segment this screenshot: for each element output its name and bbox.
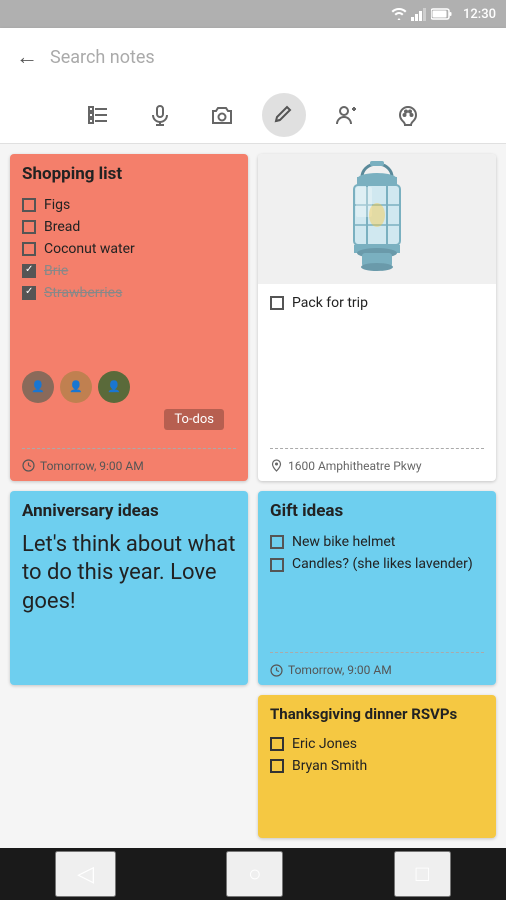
- status-bar: 12:30: [0, 0, 506, 28]
- check-label: Bread: [44, 219, 80, 235]
- check-label-done: Brie: [44, 263, 68, 279]
- status-time: 12:30: [463, 7, 496, 22]
- note-anniversary-title: Anniversary ideas: [10, 491, 248, 527]
- nav-recent-button[interactable]: □: [394, 851, 451, 897]
- note-avatars: 👤 👤 👤: [10, 365, 248, 409]
- check-item: Coconut water: [22, 238, 236, 260]
- check-item: Eric Jones: [270, 733, 484, 755]
- checkbox-checked: [22, 264, 36, 278]
- note-image: [258, 154, 496, 284]
- note-shopping-body: Figs Bread Coconut water Brie Strawberri…: [10, 190, 248, 365]
- note-reminder: Tomorrow, 9:00 AM: [10, 455, 248, 481]
- check-label: Coconut water: [44, 241, 135, 257]
- check-item: Candles? (she likes lavender): [270, 553, 484, 575]
- search-input[interactable]: Search notes: [50, 47, 490, 68]
- checkbox-checked: [22, 286, 36, 300]
- reminder-text: Tomorrow, 9:00 AM: [40, 459, 144, 473]
- avatar: 👤: [22, 371, 54, 403]
- check-label: Figs: [44, 197, 70, 213]
- location-icon: [270, 459, 283, 472]
- toolbar: [0, 86, 506, 144]
- note-thanksgiving-body: Eric Jones Bryan Smith: [258, 729, 496, 838]
- check-label: New bike helmet: [292, 534, 395, 550]
- lantern-image: [332, 159, 422, 279]
- checkbox: [270, 296, 284, 310]
- checkbox: [270, 759, 284, 773]
- note-anniversary[interactable]: Anniversary ideas Let's think about what…: [10, 491, 248, 686]
- note-trip-body: Pack for trip: [258, 284, 496, 442]
- draw-button[interactable]: [262, 93, 306, 137]
- wifi-icon: [391, 7, 407, 21]
- check-item: Strawberries: [22, 282, 236, 304]
- check-label: Pack for trip: [292, 295, 368, 311]
- top-bar: ← Search notes: [0, 28, 506, 86]
- palette-button[interactable]: [386, 93, 430, 137]
- checkbox: [22, 220, 36, 234]
- mic-button[interactable]: [138, 93, 182, 137]
- checkbox: [270, 737, 284, 751]
- note-divider: [270, 448, 484, 449]
- check-item: Figs: [22, 194, 236, 216]
- note-divider: [270, 652, 484, 653]
- note-gift-body: New bike helmet Candles? (she likes lave…: [258, 527, 496, 647]
- add-person-button[interactable]: [324, 93, 368, 137]
- clock-icon: [270, 664, 283, 677]
- list-view-button[interactable]: [76, 93, 120, 137]
- location-text: 1600 Amphitheatre Pkwy: [288, 459, 422, 473]
- note-thanksgiving-title: Thanksgiving dinner RSVPs: [258, 695, 496, 729]
- bottom-nav: ◁ ○ □: [0, 848, 506, 900]
- note-anniversary-body: Let's think about what to do this year. …: [10, 527, 248, 629]
- nav-back-button[interactable]: ◁: [55, 851, 116, 897]
- check-item: New bike helmet: [270, 531, 484, 553]
- reminder-text: Tomorrow, 9:00 AM: [288, 663, 392, 677]
- note-location: 1600 Amphitheatre Pkwy: [258, 455, 496, 481]
- nav-home-button[interactable]: ○: [226, 851, 283, 897]
- check-label: Candles? (she likes lavender): [292, 556, 473, 572]
- battery-icon: [431, 8, 453, 20]
- note-gift[interactable]: Gift ideas New bike helmet Candles? (she…: [258, 491, 496, 686]
- avatar: 👤: [60, 371, 92, 403]
- check-label-done: Strawberries: [44, 285, 122, 301]
- check-item: Bread: [22, 216, 236, 238]
- notes-grid: Shopping list Figs Bread Coconut water B…: [0, 144, 506, 848]
- avatar: 👤: [98, 371, 130, 403]
- check-label: Bryan Smith: [292, 758, 367, 774]
- note-divider: [22, 448, 236, 449]
- clock-icon: [22, 459, 35, 472]
- camera-button[interactable]: [200, 93, 244, 137]
- note-thanksgiving[interactable]: Thanksgiving dinner RSVPs Eric Jones Bry…: [258, 695, 496, 838]
- checkbox: [22, 242, 36, 256]
- todos-badge: To-dos: [164, 409, 224, 430]
- note-reminder: Tomorrow, 9:00 AM: [258, 659, 496, 685]
- check-item: Bryan Smith: [270, 755, 484, 777]
- back-button[interactable]: ←: [16, 44, 38, 70]
- signal-icon: [411, 7, 427, 21]
- checkbox: [270, 558, 284, 572]
- note-shopping-title: Shopping list: [10, 154, 248, 190]
- checkbox: [270, 535, 284, 549]
- checkbox: [22, 198, 36, 212]
- check-label: Eric Jones: [292, 736, 357, 752]
- note-trip[interactable]: Pack for trip 1600 Amphitheatre Pkwy: [258, 154, 496, 481]
- check-item: Brie: [22, 260, 236, 282]
- note-gift-title: Gift ideas: [258, 491, 496, 527]
- note-shopping[interactable]: Shopping list Figs Bread Coconut water B…: [10, 154, 248, 481]
- check-item: Pack for trip: [270, 292, 484, 314]
